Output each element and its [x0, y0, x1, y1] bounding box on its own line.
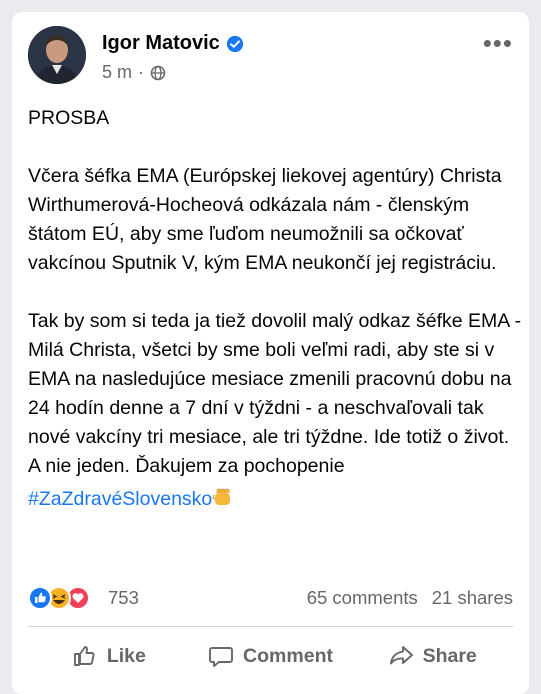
post-paragraph-title: PROSBA	[28, 107, 110, 129]
post-meta: 5 m ·	[102, 62, 166, 83]
share-label: Share	[422, 644, 477, 667]
author-avatar[interactable]	[28, 26, 86, 84]
like-label: Like	[106, 644, 146, 667]
author-name-text[interactable]: Igor Matovic	[102, 32, 220, 55]
reaction-count[interactable]: 753	[108, 587, 139, 609]
post-time[interactable]: 5 m	[102, 62, 132, 83]
hashtag-link[interactable]: #ZaZdravéSlovensko	[28, 488, 212, 510]
more-options-icon[interactable]: •••	[483, 30, 513, 56]
post-header: Igor Matovic 5 m · •••	[28, 26, 515, 86]
comment-icon	[209, 647, 233, 667]
share-icon	[389, 646, 413, 665]
like-icon	[73, 646, 95, 666]
like-reaction-icon	[28, 586, 52, 610]
reactions-row: 753 65 comments 21 shares	[28, 584, 513, 612]
comment-label: Comment	[243, 644, 333, 667]
shares-count[interactable]: 21 shares	[432, 587, 513, 609]
hashtag-line: #ZaZdravéSlovensko	[28, 485, 524, 514]
meta-separator: ·	[138, 62, 145, 82]
author-name[interactable]: Igor Matovic	[102, 32, 244, 55]
globe-icon[interactable]	[150, 65, 166, 81]
action-bar: Like Comment Share	[28, 634, 513, 678]
post-card: Igor Matovic 5 m · ••• PROSBA Včera šéfk…	[12, 12, 529, 694]
engagement-stats: 65 comments 21 shares	[307, 587, 513, 609]
comment-button[interactable]: Comment	[190, 634, 352, 678]
reaction-icons[interactable]	[28, 586, 92, 610]
verified-badge-icon	[226, 35, 243, 52]
fist-emoji-icon	[212, 488, 231, 505]
post-paragraph: Včera šéfka EMA (Európskej liekovej agen…	[28, 165, 502, 274]
share-button[interactable]: Share	[351, 634, 513, 678]
like-button[interactable]: Like	[28, 634, 190, 678]
post-text: PROSBA Včera šéfka EMA (Európskej liekov…	[28, 104, 524, 514]
divider	[28, 626, 513, 627]
comments-count[interactable]: 65 comments	[307, 587, 418, 609]
post-paragraph: Tak by som si teda ja tiež dovolil malý …	[28, 310, 522, 477]
